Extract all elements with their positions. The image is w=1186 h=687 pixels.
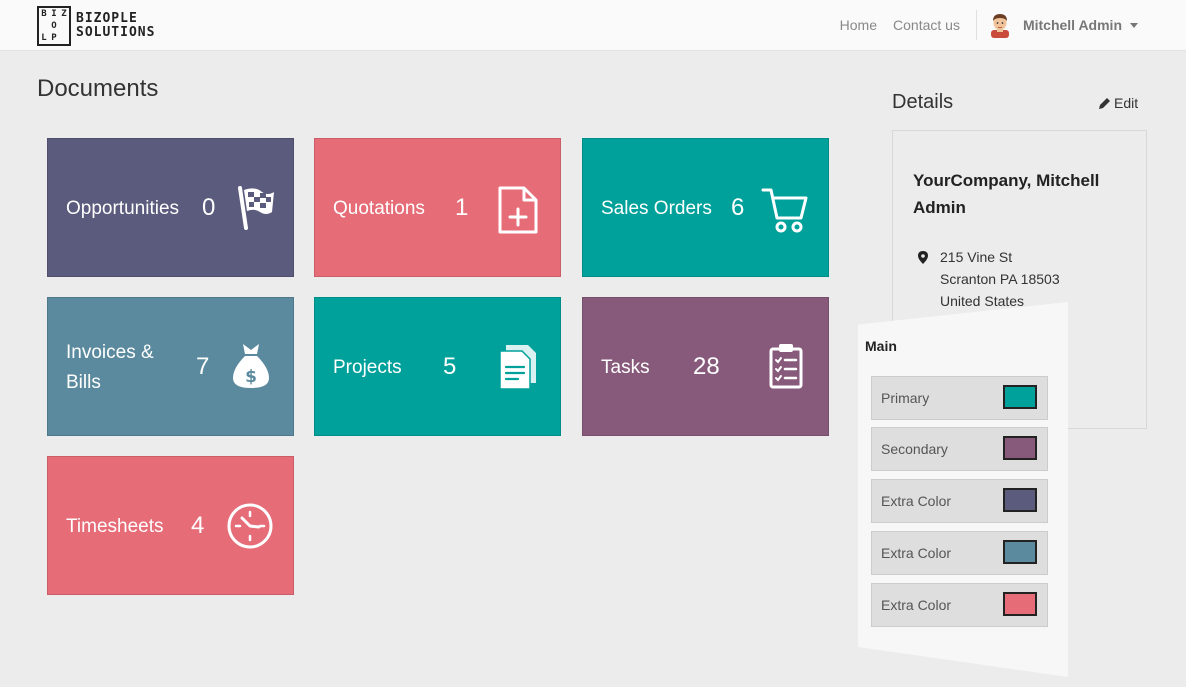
color-row-label: Extra Color (881, 597, 952, 613)
checkered-flag-icon (238, 186, 274, 230)
tile-count: 4 (191, 512, 205, 539)
tile-projects[interactable]: Projects 5 (314, 297, 561, 436)
logo-line-1: BIZOPLE (76, 11, 138, 26)
tile-count: 0 (202, 194, 216, 221)
address-line: 215 Vine St (940, 249, 1013, 265)
tile-label: Tasks (601, 357, 650, 378)
logo-letter (59, 32, 69, 44)
map-marker-icon (918, 251, 928, 264)
tile-label: Invoices & (66, 342, 154, 363)
top-navbar: B I Z O L P BIZOPLE SOLUTIONS Home Conta… (0, 0, 1186, 51)
tile-count: 6 (731, 194, 745, 221)
svg-text:$: $ (245, 367, 257, 387)
color-row-label: Secondary (881, 441, 948, 457)
brand-logo[interactable]: B I Z O L P BIZOPLE SOLUTIONS (37, 6, 155, 46)
edit-label: Edit (1114, 95, 1139, 111)
tile-label: Opportunities (66, 198, 180, 219)
clipboard-checklist-icon (769, 344, 803, 389)
clock-icon (227, 503, 273, 549)
logo-line-2: SOLUTIONS (76, 25, 156, 40)
tile-sales-orders[interactable]: Sales Orders 6 (582, 138, 829, 277)
edit-button[interactable]: Edit (1098, 95, 1138, 111)
color-row-extra-1[interactable]: Extra Color (871, 479, 1048, 523)
color-swatch[interactable] (1003, 385, 1037, 409)
nav-divider (975, 10, 977, 40)
logo-letter (59, 20, 69, 32)
tile-count: 1 (455, 194, 469, 221)
color-swatch[interactable] (1003, 436, 1037, 460)
avatar (990, 14, 1009, 38)
tile-count: 5 (443, 353, 457, 380)
tile-count: 28 (693, 353, 720, 380)
details-title: Details (892, 91, 954, 113)
nav-links: Home Contact us Mitchell Admin (840, 0, 1186, 50)
user-name: Mitchell Admin (1022, 17, 1122, 33)
address: 215 Vine St Scranton PA 18503 United Sta… (940, 246, 1060, 312)
tile-label: Quotations (333, 198, 425, 219)
logo-letter: L (41, 33, 47, 43)
logo-text: BIZOPLE SOLUTIONS (76, 12, 155, 40)
pencil-icon (1099, 97, 1110, 109)
color-swatch[interactable] (1003, 540, 1037, 564)
logo-letter: P (51, 33, 57, 43)
nav-contact-link[interactable]: Contact us (893, 17, 960, 33)
documents-icon (499, 345, 536, 390)
color-row-extra-2[interactable]: Extra Color (871, 531, 1048, 575)
logo-letter (39, 20, 49, 32)
user-menu-dropdown[interactable]: Mitchell Admin (987, 12, 1138, 38)
color-swatch[interactable] (1003, 592, 1037, 616)
tile-label: Projects (333, 357, 402, 378)
tile-quotations[interactable]: Quotations 1 (314, 138, 561, 277)
chevron-down-icon (1130, 22, 1138, 28)
logo-letter: I (51, 9, 57, 19)
company-name: YourCompany, Mitchell Admin (913, 171, 1100, 217)
tile-tasks[interactable]: Tasks 28 (582, 297, 829, 436)
color-row-secondary[interactable]: Secondary (871, 427, 1048, 471)
color-row-label: Extra Color (881, 493, 952, 509)
logo-letter: Z (61, 9, 67, 19)
nav-home-link[interactable]: Home (840, 17, 877, 33)
new-document-icon (498, 186, 538, 234)
money-bag-icon: $ (233, 344, 269, 388)
tile-label: Timesheets (66, 516, 164, 537)
color-row-primary[interactable]: Primary (871, 376, 1048, 420)
color-swatch[interactable] (1003, 488, 1037, 512)
theme-color-panel: Main Primary Secondary Extra Color Extra… (858, 302, 1068, 677)
tile-label-line-2: Bills (66, 372, 101, 393)
logo-letter: B (41, 9, 47, 19)
color-row-label: Extra Color (881, 545, 952, 561)
panel-title: Main (865, 338, 897, 354)
tile-count: 7 (196, 353, 210, 380)
tile-timesheets[interactable]: Timesheets 4 (47, 456, 294, 595)
logo-letter: O (51, 21, 57, 31)
address-line: Scranton PA 18503 (940, 271, 1060, 287)
tile-opportunities[interactable]: Opportunities 0 (47, 138, 294, 277)
shopping-cart-icon (761, 188, 808, 233)
logo-mark: B I Z O L P (37, 6, 71, 46)
tile-invoices-bills[interactable]: Invoices & Bills 7 $ (47, 297, 294, 436)
page-title: Documents (37, 75, 159, 102)
color-row-label: Primary (881, 390, 930, 406)
color-row-extra-3[interactable]: Extra Color (871, 583, 1048, 627)
tile-label: Sales Orders (601, 198, 712, 219)
